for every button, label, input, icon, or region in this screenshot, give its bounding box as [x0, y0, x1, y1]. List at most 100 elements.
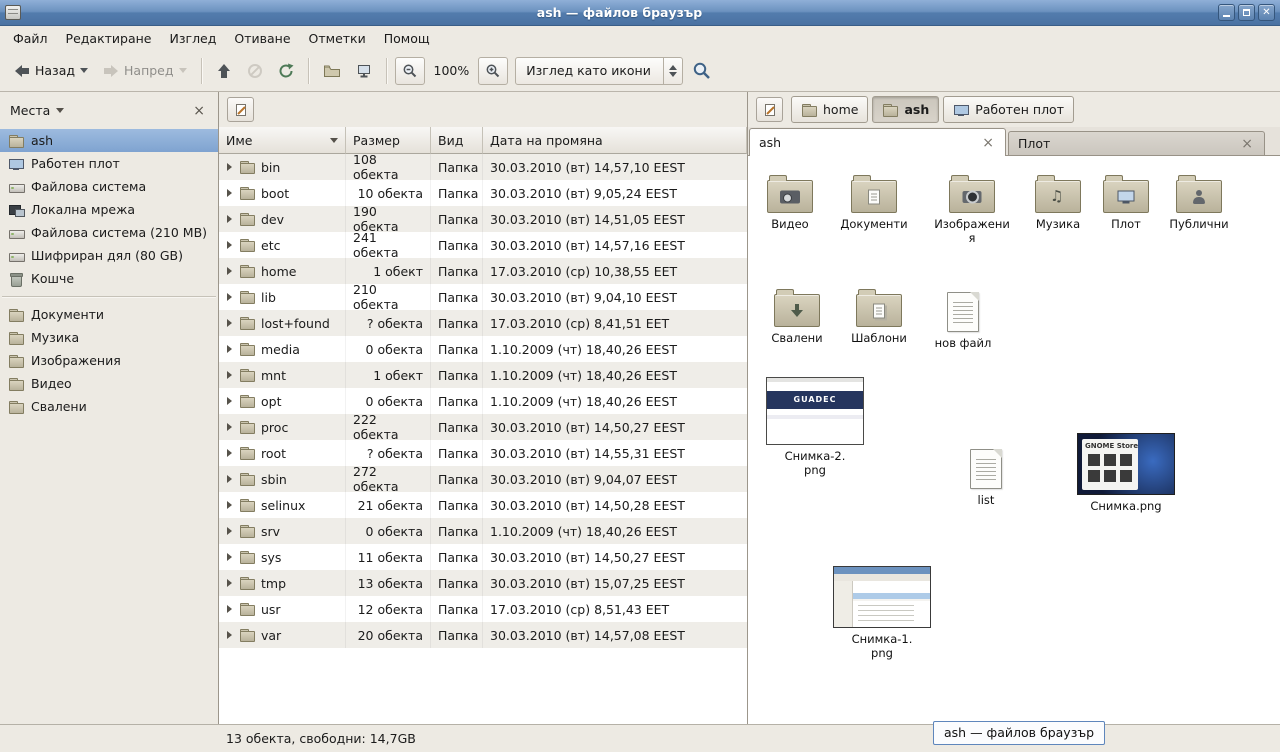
- table-row[interactable]: sys 11 обекта Папка 30.03.2010 (вт) 14,5…: [219, 544, 747, 570]
- table-row[interactable]: tmp 13 обекта Папка 30.03.2010 (вт) 15,0…: [219, 570, 747, 596]
- table-row[interactable]: sbin 272 обекта Папка 30.03.2010 (вт) 9,…: [219, 466, 747, 492]
- menu-item[interactable]: Файл: [4, 28, 57, 49]
- sidebar-item[interactable]: Локална мрежа: [0, 198, 218, 221]
- sidebar-item[interactable]: Свалени: [0, 395, 218, 418]
- minimize-button[interactable]: [1218, 4, 1235, 21]
- location-toggle-button[interactable]: [756, 97, 783, 122]
- sidebar-item[interactable]: Кошче: [0, 267, 218, 290]
- icon-view-item[interactable]: list: [944, 443, 1028, 508]
- table-row[interactable]: mnt 1 обект Папка 1.10.2009 (чт) 18,40,2…: [219, 362, 747, 388]
- back-button[interactable]: Назад: [8, 58, 94, 84]
- stop-button[interactable]: [241, 58, 269, 84]
- column-header-type[interactable]: Вид: [431, 127, 483, 154]
- tab-close-icon[interactable]: ×: [980, 136, 996, 150]
- places-header[interactable]: Места ×: [0, 92, 218, 129]
- home-button[interactable]: [317, 58, 347, 84]
- tab[interactable]: Плот ×: [1008, 131, 1265, 155]
- icon-view-item[interactable]: Снимка-1.png: [832, 566, 932, 661]
- icon-view-item[interactable]: GUADEC Снимка-2.png: [765, 377, 865, 478]
- table-row[interactable]: lib 210 обекта Папка 30.03.2010 (вт) 9,0…: [219, 284, 747, 310]
- forward-button[interactable]: Напред: [97, 58, 193, 84]
- maximize-button[interactable]: [1238, 4, 1255, 21]
- window-icon[interactable]: [5, 5, 21, 20]
- table-row[interactable]: boot 10 обекта Папка 30.03.2010 (вт) 9,0…: [219, 180, 747, 206]
- sidebar-item[interactable]: Работен плот: [0, 152, 218, 175]
- location-toggle-button[interactable]: [227, 97, 254, 122]
- row-expander-icon[interactable]: [227, 527, 232, 535]
- row-expander-icon[interactable]: [227, 397, 232, 405]
- row-expander-icon[interactable]: [227, 189, 232, 197]
- sidebar-item[interactable]: Музика: [0, 326, 218, 349]
- sidebar-item[interactable]: Изображения: [0, 349, 218, 372]
- column-header-date[interactable]: Дата на промяна: [483, 127, 747, 154]
- icon-view-item[interactable]: Плот: [1084, 172, 1168, 232]
- table-row[interactable]: home 1 обект Папка 17.03.2010 (ср) 10,38…: [219, 258, 747, 284]
- icon-view-item[interactable]: Документи: [832, 172, 916, 232]
- zoom-in-button[interactable]: [478, 57, 508, 85]
- table-row[interactable]: dev 190 обекта Папка 30.03.2010 (вт) 14,…: [219, 206, 747, 232]
- menu-item[interactable]: Отиване: [225, 28, 299, 49]
- table-row[interactable]: etc 241 обекта Папка 30.03.2010 (вт) 14,…: [219, 232, 747, 258]
- table-row[interactable]: media 0 обекта Папка 1.10.2009 (чт) 18,4…: [219, 336, 747, 362]
- row-expander-icon[interactable]: [227, 631, 232, 639]
- table-row[interactable]: bin 108 обекта Папка 30.03.2010 (вт) 14,…: [219, 154, 747, 180]
- sidebar-item-icon: [8, 248, 24, 264]
- tab[interactable]: ash ×: [749, 128, 1006, 156]
- reload-button[interactable]: [272, 58, 300, 84]
- icon-view-item[interactable]: Видео: [748, 172, 832, 232]
- menu-item[interactable]: Помощ: [375, 28, 439, 49]
- row-expander-icon[interactable]: [227, 371, 232, 379]
- row-expander-icon[interactable]: [227, 319, 232, 327]
- table-row[interactable]: srv 0 обекта Папка 1.10.2009 (чт) 18,40,…: [219, 518, 747, 544]
- breadcrumb-button[interactable]: Работен плот: [943, 96, 1074, 123]
- row-expander-icon[interactable]: [227, 605, 232, 613]
- row-expander-icon[interactable]: [227, 579, 232, 587]
- row-expander-icon[interactable]: [227, 475, 232, 483]
- sidebar-item[interactable]: Видео: [0, 372, 218, 395]
- menu-item[interactable]: Изглед: [161, 28, 226, 49]
- table-row[interactable]: opt 0 обекта Папка 1.10.2009 (чт) 18,40,…: [219, 388, 747, 414]
- tab-close-icon[interactable]: ×: [1239, 137, 1255, 151]
- column-header-size[interactable]: Размер: [346, 127, 431, 154]
- breadcrumb-button[interactable]: ash: [872, 96, 939, 123]
- up-button[interactable]: [210, 58, 238, 84]
- row-expander-icon[interactable]: [227, 215, 232, 223]
- search-button[interactable]: [686, 56, 718, 86]
- icon-view-item[interactable]: Изображения: [928, 172, 1016, 246]
- icon-view-item[interactable]: нов файл: [921, 286, 1005, 351]
- table-row[interactable]: selinux 21 обекта Папка 30.03.2010 (вт) …: [219, 492, 747, 518]
- icon-view-item[interactable]: GNOME Store Снимка.png: [1076, 433, 1176, 514]
- titlebar[interactable]: ash — файлов браузър ✕: [0, 0, 1280, 26]
- icon-view-item[interactable]: Свалени: [755, 286, 839, 346]
- zoom-out-button[interactable]: [395, 57, 425, 85]
- table-row[interactable]: usr 12 обекта Папка 17.03.2010 (ср) 8,51…: [219, 596, 747, 622]
- row-expander-icon[interactable]: [227, 501, 232, 509]
- row-expander-icon[interactable]: [227, 293, 232, 301]
- column-header-name[interactable]: Име: [219, 127, 346, 154]
- row-expander-icon[interactable]: [227, 163, 232, 171]
- icon-view-item[interactable]: Шаблони: [837, 286, 921, 346]
- view-mode-select[interactable]: Изглед като икони: [515, 57, 683, 85]
- icon-view-item[interactable]: Публични: [1157, 172, 1241, 232]
- row-expander-icon[interactable]: [227, 423, 232, 431]
- row-expander-icon[interactable]: [227, 241, 232, 249]
- computer-button[interactable]: [350, 58, 378, 84]
- row-expander-icon[interactable]: [227, 553, 232, 561]
- row-expander-icon[interactable]: [227, 449, 232, 457]
- sidebar-item[interactable]: Шифриран дял (80 GB): [0, 244, 218, 267]
- places-close-button[interactable]: ×: [190, 103, 208, 119]
- sidebar-item[interactable]: ash: [0, 129, 218, 152]
- sidebar-item[interactable]: Файлова система (210 MB): [0, 221, 218, 244]
- row-expander-icon[interactable]: [227, 267, 232, 275]
- close-button[interactable]: ✕: [1258, 4, 1275, 21]
- row-expander-icon[interactable]: [227, 345, 232, 353]
- sidebar-item[interactable]: Файлова система: [0, 175, 218, 198]
- table-row[interactable]: proc 222 обекта Папка 30.03.2010 (вт) 14…: [219, 414, 747, 440]
- table-row[interactable]: root ? обекта Папка 30.03.2010 (вт) 14,5…: [219, 440, 747, 466]
- menu-item[interactable]: Отметки: [300, 28, 375, 49]
- table-row[interactable]: lost+found ? обекта Папка 17.03.2010 (ср…: [219, 310, 747, 336]
- table-row[interactable]: var 20 обекта Папка 30.03.2010 (вт) 14,5…: [219, 622, 747, 648]
- breadcrumb-button[interactable]: home: [791, 96, 868, 123]
- menu-item[interactable]: Редактиране: [57, 28, 161, 49]
- sidebar-item[interactable]: Документи: [0, 303, 218, 326]
